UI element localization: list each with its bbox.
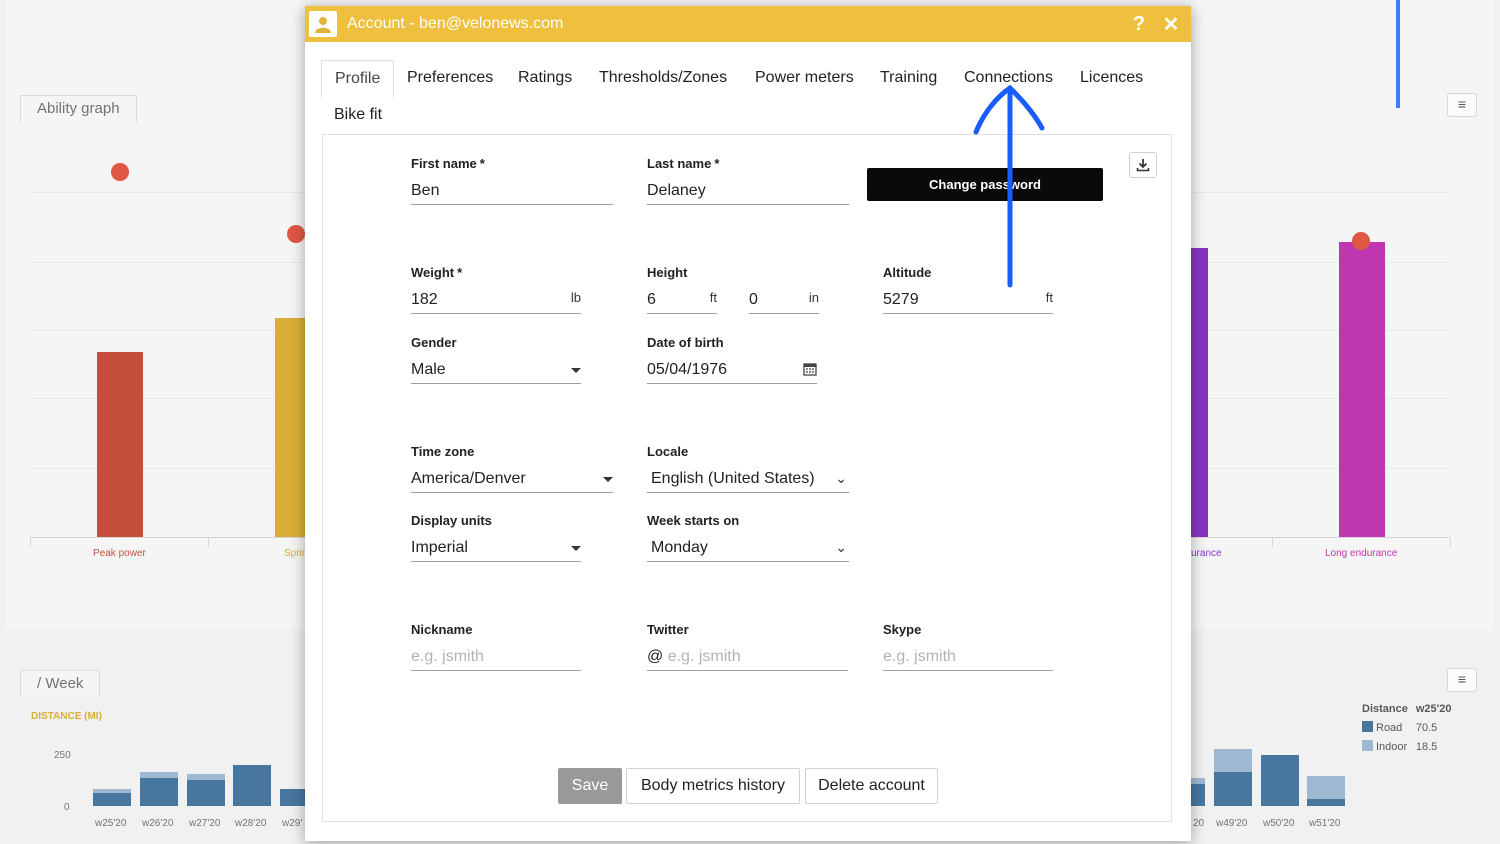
- weight-field: Weight * 182 lb: [411, 265, 581, 314]
- tab-thresholds-zones[interactable]: Thresholds/Zones: [586, 60, 740, 98]
- required-marker: *: [479, 156, 485, 171]
- skype-placeholder: e.g. jsmith: [883, 648, 956, 665]
- timezone-label: Time zone: [411, 444, 475, 459]
- display-units-label: Display units: [411, 513, 492, 528]
- height-in-unit: in: [808, 290, 819, 305]
- tab-profile[interactable]: Profile: [321, 60, 395, 98]
- weight-value: 182: [411, 291, 438, 308]
- dialog-titlebar: Account - ben@velonews.com ? ✕: [305, 6, 1191, 42]
- nickname-input[interactable]: e.g. jsmith: [411, 646, 581, 671]
- gender-field: Gender Male: [411, 335, 581, 384]
- altitude-value: 5279: [883, 291, 919, 308]
- label-text: Weight: [411, 265, 455, 280]
- chevron-down-icon: ⌄: [835, 470, 847, 486]
- dob-value: 05/04/1976: [647, 361, 728, 378]
- caret-down-icon: [571, 546, 581, 551]
- tab-ratings[interactable]: Ratings: [505, 60, 585, 98]
- display-units-select[interactable]: Imperial: [411, 537, 581, 562]
- gender-label: Gender: [411, 335, 457, 350]
- locale-field: Locale English (United States) ⌄: [647, 444, 849, 493]
- skype-field: Skype e.g. jsmith: [883, 622, 1053, 671]
- weight-input[interactable]: 182 lb: [411, 289, 581, 314]
- user-icon: [309, 11, 337, 37]
- week-start-value: Monday: [651, 539, 708, 556]
- twitter-placeholder: e.g. jsmith: [667, 648, 741, 665]
- timezone-field: Time zone America/Denver: [411, 444, 613, 493]
- altitude-input[interactable]: 5279 ft: [883, 289, 1053, 314]
- height-in-field: 0 in: [749, 283, 819, 314]
- tab-preferences[interactable]: Preferences: [394, 60, 506, 98]
- tab-training[interactable]: Training: [867, 60, 950, 98]
- dialog-title: Account - ben@velonews.com: [347, 15, 564, 32]
- close-button[interactable]: ✕: [1155, 12, 1187, 37]
- week-start-label: Week starts on: [647, 513, 740, 528]
- height-label: Height: [647, 265, 688, 280]
- height-ft-value: 6: [647, 291, 656, 308]
- gender-select[interactable]: Male: [411, 359, 581, 384]
- chevron-down-icon: ⌄: [835, 539, 847, 555]
- twitter-label: Twitter: [647, 622, 689, 637]
- twitter-at-prefix: @: [647, 648, 664, 665]
- tab-power-meters[interactable]: Power meters: [742, 60, 867, 98]
- week-start-field: Week starts on Monday ⌄: [647, 513, 849, 562]
- skype-input[interactable]: e.g. jsmith: [883, 646, 1053, 671]
- dob-field: Date of birth 05/04/1976: [647, 335, 817, 384]
- twitter-input[interactable]: @ e.g. jsmith: [647, 646, 848, 671]
- tab-licences[interactable]: Licences: [1067, 60, 1156, 98]
- save-button[interactable]: Save: [558, 768, 622, 804]
- first-name-label: First name *: [411, 156, 613, 174]
- gender-value: Male: [411, 361, 446, 378]
- locale-value: English (United States): [651, 470, 815, 487]
- first-name-input[interactable]: Ben: [411, 180, 613, 205]
- last-name-label: Last name *: [647, 156, 849, 174]
- delete-account-button[interactable]: Delete account: [805, 768, 938, 804]
- nickname-label: Nickname: [411, 622, 473, 637]
- skype-label: Skype: [883, 622, 922, 637]
- twitter-field: Twitter @ e.g. jsmith: [647, 622, 848, 671]
- height-in-input[interactable]: 0 in: [749, 289, 819, 314]
- nickname-field: Nickname e.g. jsmith: [411, 622, 581, 671]
- last-name-field: Last name * Delaney: [647, 156, 849, 205]
- nickname-placeholder: e.g. jsmith: [411, 648, 484, 665]
- dob-input[interactable]: 05/04/1976: [647, 359, 817, 384]
- display-units-value: Imperial: [411, 539, 468, 556]
- caret-down-icon: [571, 368, 581, 373]
- help-button[interactable]: ?: [1123, 13, 1155, 36]
- height-ft-field: Height 6 ft: [647, 265, 717, 314]
- height-ft-unit: ft: [709, 290, 717, 305]
- calendar-icon[interactable]: [803, 361, 817, 383]
- weight-label: Weight *: [411, 265, 581, 283]
- body-metrics-history-button[interactable]: Body metrics history: [626, 768, 800, 804]
- caret-down-icon: [603, 477, 613, 482]
- weight-unit: lb: [570, 290, 581, 305]
- annotation-arrow: [973, 84, 1045, 288]
- download-icon[interactable]: [1129, 152, 1157, 178]
- first-name-field: First name * Ben: [411, 156, 613, 205]
- required-marker: *: [457, 265, 463, 280]
- height-ft-input[interactable]: 6 ft: [647, 289, 717, 314]
- dob-label: Date of birth: [647, 335, 724, 350]
- week-start-select[interactable]: Monday ⌄: [647, 537, 849, 562]
- label-text: First name: [411, 156, 477, 171]
- height-in-value: 0: [749, 291, 758, 308]
- display-units-field: Display units Imperial: [411, 513, 581, 562]
- locale-select[interactable]: English (United States) ⌄: [647, 468, 849, 493]
- required-marker: *: [714, 156, 720, 171]
- timezone-select[interactable]: America/Denver: [411, 468, 613, 493]
- tab-bike-fit[interactable]: Bike fit: [321, 97, 395, 135]
- label-text: Last name: [647, 156, 712, 171]
- timezone-value: America/Denver: [411, 470, 526, 487]
- last-name-input[interactable]: Delaney: [647, 180, 849, 205]
- locale-label: Locale: [647, 444, 689, 459]
- altitude-unit: ft: [1045, 290, 1053, 305]
